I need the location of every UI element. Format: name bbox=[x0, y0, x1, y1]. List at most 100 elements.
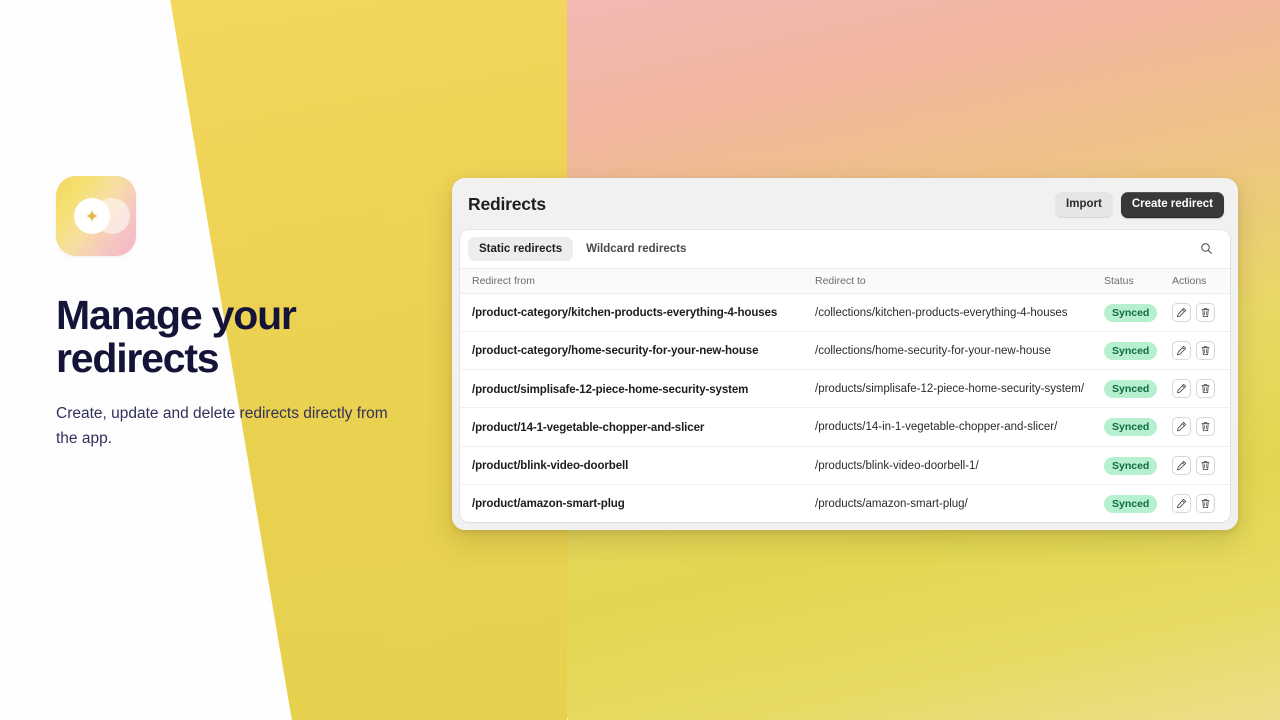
tabs: Static redirects Wildcard redirects bbox=[468, 236, 697, 261]
status-badge: Synced bbox=[1104, 341, 1158, 360]
edit-redirect-button[interactable] bbox=[1172, 493, 1191, 513]
edit-redirect-button[interactable] bbox=[1172, 340, 1191, 360]
table-row[interactable]: /product/simplisafe-12-piece-home-securi… bbox=[460, 369, 1230, 409]
redirect-from-value: /product-category/home-security-for-your… bbox=[472, 345, 759, 358]
table-row[interactable]: /product-category/home-security-for-your… bbox=[460, 331, 1230, 371]
edit-redirect-button[interactable] bbox=[1172, 302, 1191, 322]
trash-icon bbox=[1201, 346, 1210, 355]
card-title: Redirects bbox=[468, 194, 546, 215]
trash-icon bbox=[1201, 499, 1210, 508]
redirect-from-value: /product/simplisafe-12-piece-home-securi… bbox=[472, 383, 749, 396]
table-body: /product-category/kitchen-products-every… bbox=[460, 293, 1230, 522]
trash-icon bbox=[1201, 422, 1210, 432]
pencil-icon bbox=[1177, 422, 1187, 432]
cell-redirect-to: /collections/kitchen-products-everything… bbox=[805, 293, 1100, 332]
table-header-row: Redirect from Redirect to Status Actions bbox=[460, 267, 1230, 294]
row-actions bbox=[1172, 340, 1230, 360]
card-header: Redirects Import Create redirect bbox=[452, 178, 1238, 230]
table-row[interactable]: /product/blink-video-doorbell/products/b… bbox=[460, 446, 1230, 485]
tab-wildcard-redirects[interactable]: Wildcard redirects bbox=[575, 237, 697, 261]
tab-static-redirects[interactable]: Static redirects bbox=[468, 236, 574, 261]
trash-icon bbox=[1201, 307, 1210, 317]
redirect-from-value: /product/14-1-vegetable-chopper-and-slic… bbox=[472, 421, 705, 434]
pencil-icon bbox=[1177, 460, 1187, 470]
cell-redirect-to: /collections/home-security-for-your-new-… bbox=[805, 331, 1100, 371]
cell-status: Synced bbox=[1100, 293, 1168, 332]
status-badge: Synced bbox=[1104, 303, 1158, 322]
column-header-status: Status bbox=[1100, 267, 1168, 294]
import-button[interactable]: Import bbox=[1055, 192, 1113, 218]
redirect-from-value: /product/blink-video-doorbell bbox=[472, 460, 629, 473]
cell-status: Synced bbox=[1100, 331, 1168, 371]
redirect-to-value: /products/simplisafe-12-piece-home-secur… bbox=[815, 383, 1085, 395]
status-badge: Synced bbox=[1104, 456, 1158, 475]
cell-redirect-to: /products/simplisafe-12-piece-home-secur… bbox=[805, 369, 1100, 409]
cell-actions bbox=[1168, 331, 1230, 371]
redirect-to-value: /products/amazon-smart-plug/ bbox=[815, 497, 968, 510]
page-subtitle: Create, update and delete redirects dire… bbox=[56, 405, 388, 448]
cell-actions bbox=[1168, 446, 1230, 485]
edit-redirect-button[interactable] bbox=[1172, 417, 1191, 437]
search-button[interactable] bbox=[1193, 236, 1219, 262]
delete-redirect-button[interactable] bbox=[1196, 379, 1215, 399]
cell-redirect-from: /product/amazon-smart-plug bbox=[460, 484, 805, 522]
search-icon bbox=[1200, 243, 1212, 254]
row-actions bbox=[1172, 302, 1230, 322]
pencil-icon bbox=[1177, 345, 1187, 356]
edit-redirect-button[interactable] bbox=[1172, 455, 1191, 475]
redirects-table: Redirect from Redirect to Status Actions… bbox=[460, 267, 1230, 523]
table-row[interactable]: /product/14-1-vegetable-chopper-and-slic… bbox=[460, 407, 1230, 447]
redirect-to-value: /products/14-in-1-vegetable-chopper-and-… bbox=[815, 421, 1058, 434]
delete-redirect-button[interactable] bbox=[1196, 340, 1215, 360]
edit-redirect-button[interactable] bbox=[1172, 379, 1191, 399]
status-badge: Synced bbox=[1104, 380, 1158, 399]
promo-banner: Manage your redirects Create, update and… bbox=[0, 0, 1280, 720]
cell-redirect-from: /product-category/home-security-for-your… bbox=[460, 331, 805, 371]
cell-redirect-from: /product/14-1-vegetable-chopper-and-slic… bbox=[460, 407, 805, 447]
row-actions bbox=[1172, 493, 1230, 513]
table-row[interactable]: /product-category/kitchen-products-every… bbox=[460, 293, 1230, 332]
column-header-redirect-to: Redirect to bbox=[805, 267, 1100, 294]
cell-actions bbox=[1168, 369, 1230, 409]
cell-status: Synced bbox=[1100, 446, 1168, 485]
table-row[interactable]: /product/amazon-smart-plug/products/amaz… bbox=[460, 484, 1230, 522]
column-header-actions: Actions bbox=[1168, 267, 1230, 294]
cell-redirect-from: /product/simplisafe-12-piece-home-securi… bbox=[460, 369, 805, 409]
cell-status: Synced bbox=[1100, 369, 1168, 409]
redirect-to-value: /collections/home-security-for-your-new-… bbox=[815, 344, 1051, 357]
row-actions bbox=[1172, 417, 1230, 437]
status-badge: Synced bbox=[1104, 494, 1158, 513]
cell-redirect-to: /products/blink-video-doorbell-1/ bbox=[805, 446, 1100, 485]
logo-circle-front bbox=[74, 198, 110, 234]
cell-actions bbox=[1168, 407, 1230, 447]
delete-redirect-button[interactable] bbox=[1196, 493, 1215, 513]
delete-redirect-button[interactable] bbox=[1196, 417, 1215, 437]
redirect-from-value: /product-category/kitchen-products-every… bbox=[472, 307, 778, 320]
app-logo bbox=[56, 176, 136, 256]
redirect-to-value: /collections/kitchen-products-everything… bbox=[815, 306, 1068, 319]
delete-redirect-button[interactable] bbox=[1196, 302, 1215, 322]
create-redirect-button[interactable]: Create redirect bbox=[1120, 192, 1224, 218]
cell-redirect-from: /product/blink-video-doorbell bbox=[460, 446, 805, 485]
pencil-icon bbox=[1177, 384, 1187, 394]
column-header-redirect-from: Redirect from bbox=[460, 267, 805, 294]
redirects-panel: Static redirects Wildcard redirects Redi… bbox=[460, 229, 1230, 523]
cell-status: Synced bbox=[1100, 407, 1168, 447]
page-title: Manage your redirects bbox=[56, 292, 297, 381]
header-actions: Import Create redirect bbox=[1055, 192, 1224, 218]
status-badge: Synced bbox=[1104, 418, 1158, 437]
hero-column: Manage your redirects Create, update and… bbox=[56, 176, 426, 451]
trash-icon bbox=[1201, 460, 1210, 470]
delete-redirect-button[interactable] bbox=[1196, 455, 1215, 475]
cell-actions bbox=[1168, 484, 1230, 522]
redirects-app-card: Redirects Import Create redirect Static … bbox=[452, 178, 1238, 530]
cell-status: Synced bbox=[1100, 484, 1168, 522]
pencil-icon bbox=[1177, 307, 1187, 317]
table-head: Redirect from Redirect to Status Actions bbox=[460, 267, 1230, 294]
cell-redirect-from: /product-category/kitchen-products-every… bbox=[460, 293, 805, 332]
row-actions bbox=[1172, 455, 1230, 475]
cell-redirect-to: /products/14-in-1-vegetable-chopper-and-… bbox=[805, 407, 1100, 447]
row-actions bbox=[1172, 379, 1230, 399]
trash-icon bbox=[1201, 384, 1210, 394]
redirect-from-value: /product/amazon-smart-plug bbox=[472, 498, 625, 511]
